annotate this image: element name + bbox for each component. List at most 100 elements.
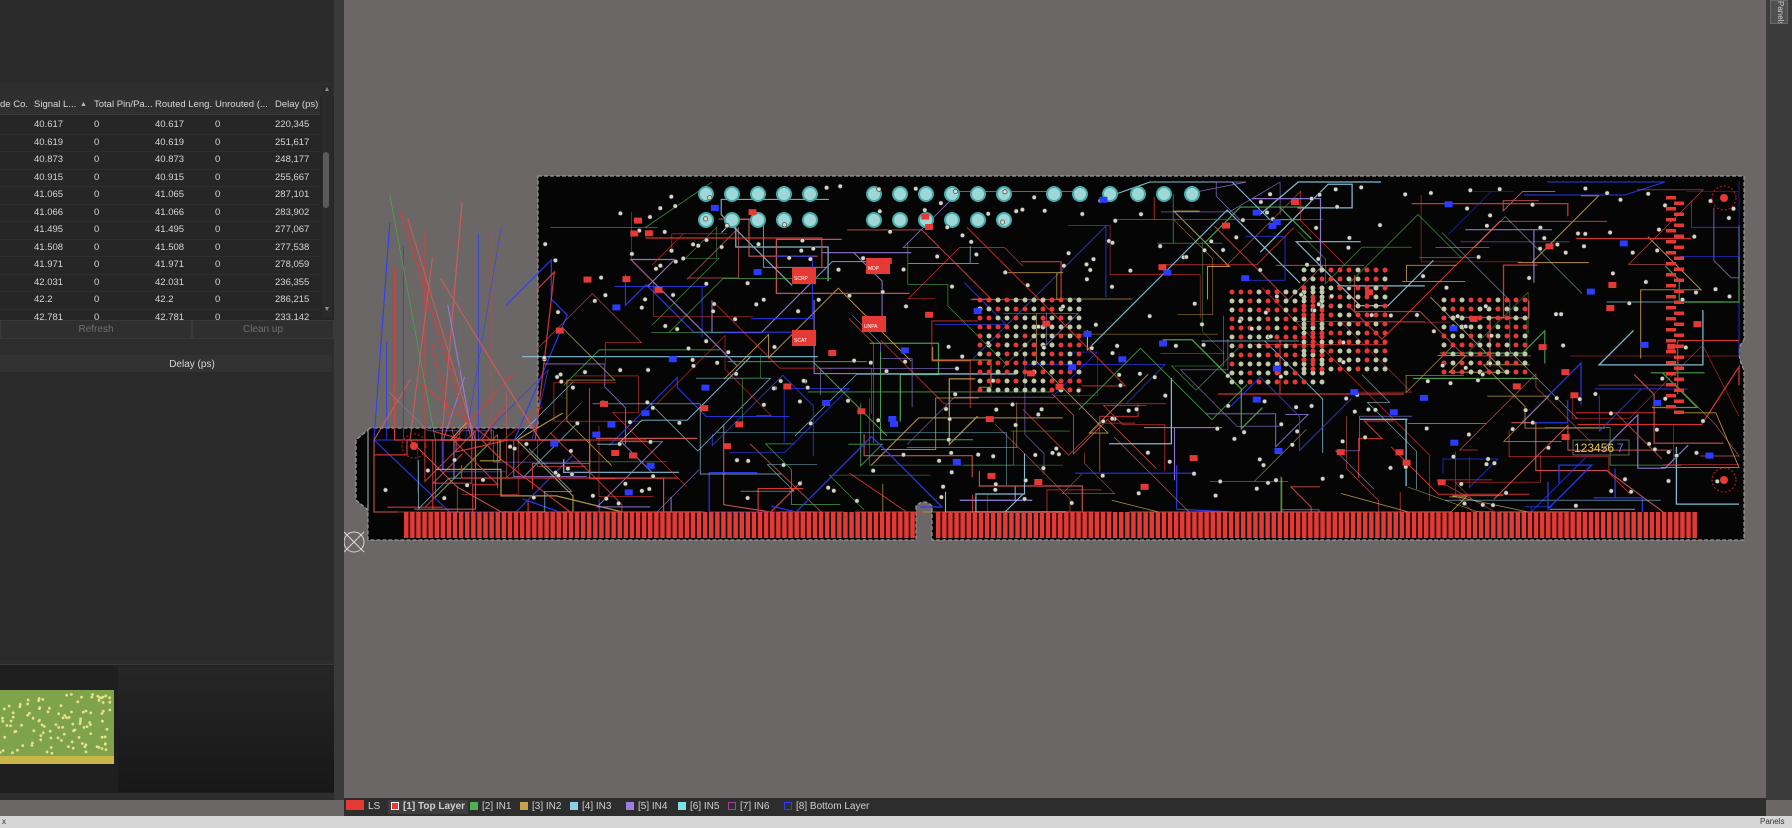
board-outline	[355, 175, 1745, 541]
table-cell: 40.617	[34, 119, 64, 130]
table-cell: 41.066	[34, 206, 64, 218]
layer-tab-label: [5] IN4	[638, 801, 668, 812]
table-cell: 0	[94, 241, 100, 253]
table-row[interactable]: 41.066 0 41.066 0 283,902	[0, 204, 320, 222]
layer-test-text-tail: 7	[1617, 441, 1624, 455]
layer-tab[interactable]: [6] IN5	[678, 800, 719, 814]
column-header-total-pin[interactable]: Total Pin/Pa...	[94, 96, 152, 114]
column-header-delay[interactable]: Delay (ps)	[275, 96, 321, 114]
table-cell: 277,538	[275, 241, 310, 253]
table-row[interactable]: 42.031 0 42.031 0 236,355	[0, 274, 320, 292]
status-right[interactable]: Panels	[1760, 816, 1784, 828]
table-cell: 0	[94, 189, 100, 200]
table-row[interactable]: 40.873 0 40.873 0 248,177	[0, 151, 320, 170]
table-cell: 0	[94, 136, 100, 148]
table-cell: 41.508	[34, 241, 64, 253]
table-cell: 0	[94, 171, 100, 183]
table-cell: 0	[215, 294, 221, 305]
layer-color-swatch	[626, 802, 634, 810]
column-header-routed-length[interactable]: Routed Leng...	[155, 96, 213, 114]
table-row[interactable]: 42.2 0 42.2 0 286,215	[0, 291, 320, 310]
table-cell: 0	[215, 276, 221, 288]
table-cell: 236,355	[275, 276, 310, 288]
table-cell: 40.915	[155, 171, 185, 183]
layer-color-swatch	[520, 802, 528, 810]
table-cell: 41.971	[34, 259, 64, 270]
table-cell: 41.971	[155, 259, 185, 270]
column-header-code[interactable]: de Co...	[0, 96, 28, 114]
layer-tab[interactable]: [2] IN1	[470, 800, 511, 814]
table-cell: 0	[215, 241, 221, 253]
layer-test-text: 123456	[1574, 441, 1614, 455]
board-thumbnail[interactable]	[0, 690, 114, 764]
table-cell: 277,067	[275, 224, 310, 235]
table-row[interactable]: 40.617 0 40.617 0 220,345	[0, 116, 320, 135]
panel-header-area	[0, 0, 334, 82]
table-cell: 40.873	[155, 154, 185, 165]
table-cell: 0	[215, 171, 221, 183]
layer-tab-label: [4] IN3	[582, 801, 612, 812]
table-cell: 0	[215, 119, 221, 130]
pcb-canvas[interactable]: SCRP MDP SCAT UNPA 123456 7	[344, 0, 1768, 798]
layer-tab[interactable]: [3] IN2	[520, 800, 561, 814]
layer-tab[interactable]: [4] IN3	[570, 800, 611, 814]
table-cell: 0	[215, 259, 221, 270]
panel-splitter[interactable]	[334, 0, 344, 800]
panels-tab[interactable]: Panels	[1770, 0, 1788, 24]
delay-header[interactable]: Delay (ps)	[0, 357, 384, 372]
table-row[interactable]: 41.508 0 41.508 0 277,538	[0, 239, 320, 257]
component-label: MDP	[868, 266, 880, 272]
table-cell: 40.619	[34, 136, 64, 148]
layer-color-swatch	[678, 802, 686, 810]
column-header-unrouted[interactable]: Unrouted (...	[215, 96, 271, 114]
table-cell: 0	[215, 136, 221, 148]
layer-tab[interactable]: [8] Bottom Layer	[784, 800, 869, 814]
component-label: UNPA	[864, 324, 878, 330]
table-cell: 220,345	[275, 119, 310, 130]
grid-scrollbar[interactable]: ▲ ▼	[322, 86, 332, 318]
layer-tab[interactable]: [1] Top Layer	[388, 800, 469, 814]
table-cell: 0	[215, 224, 221, 235]
refresh-button[interactable]: Refresh	[0, 320, 192, 339]
layer-tab-label: LS	[368, 801, 381, 812]
table-row[interactable]: 40.619 0 40.619 0 251,617	[0, 134, 320, 152]
table-cell: 251,617	[275, 136, 310, 148]
scroll-up-icon[interactable]: ▲	[322, 86, 332, 93]
table-row[interactable]: 41.065 0 41.065 0 287,101	[0, 186, 320, 205]
net-length-grid[interactable]: de Co... Signal L... ▲ Total Pin/Pa... R…	[0, 96, 334, 327]
table-row[interactable]: 41.495 0 41.495 0 277,067	[0, 221, 320, 240]
layer-tab[interactable]: LS	[346, 800, 380, 814]
table-cell: 42.031	[155, 276, 185, 288]
table-cell: 41.065	[155, 189, 185, 200]
table-cell: 40.619	[155, 136, 185, 148]
table-cell: 286,215	[275, 294, 310, 305]
origin-marker-icon	[344, 531, 365, 553]
table-cell: 278,059	[275, 259, 310, 270]
layer-tab-label: [1] Top Layer	[403, 801, 466, 812]
cleanup-button[interactable]: Clean up	[192, 320, 334, 339]
pcb-board[interactable]: SCRP MDP SCAT UNPA 123456 7	[344, 0, 1768, 798]
table-row[interactable]: 40.915 0 40.915 0 255,667	[0, 169, 320, 187]
table-cell: 287,101	[275, 189, 310, 200]
layer-tab[interactable]: [5] IN4	[626, 800, 667, 814]
layer-tab-label: [2] IN1	[482, 801, 512, 812]
table-cell: 0	[94, 119, 100, 130]
scroll-down-icon[interactable]: ▼	[322, 306, 332, 313]
table-cell: 283,902	[275, 206, 310, 218]
table-cell: 41.495	[155, 224, 185, 235]
layer-tab-label: [8] Bottom Layer	[796, 801, 870, 812]
sort-arrow-icon[interactable]: ▲	[80, 96, 88, 114]
table-row[interactable]: 41.971 0 41.971 0 278,059	[0, 256, 320, 275]
scroll-thumb[interactable]	[323, 152, 329, 208]
layer-color-swatch	[470, 802, 478, 810]
table-cell: 41.065	[34, 189, 64, 200]
layer-tab[interactable]: [7] IN6	[728, 800, 769, 814]
table-cell: 40.617	[155, 119, 185, 130]
layer-color-swatch	[784, 802, 792, 810]
component-label: SCAT	[794, 338, 807, 344]
table-cell: 0	[94, 224, 100, 235]
table-cell: 40.915	[34, 171, 64, 183]
table-cell: 0	[215, 206, 221, 218]
table-cell: 255,667	[275, 171, 310, 183]
table-cell: 41.508	[155, 241, 185, 253]
